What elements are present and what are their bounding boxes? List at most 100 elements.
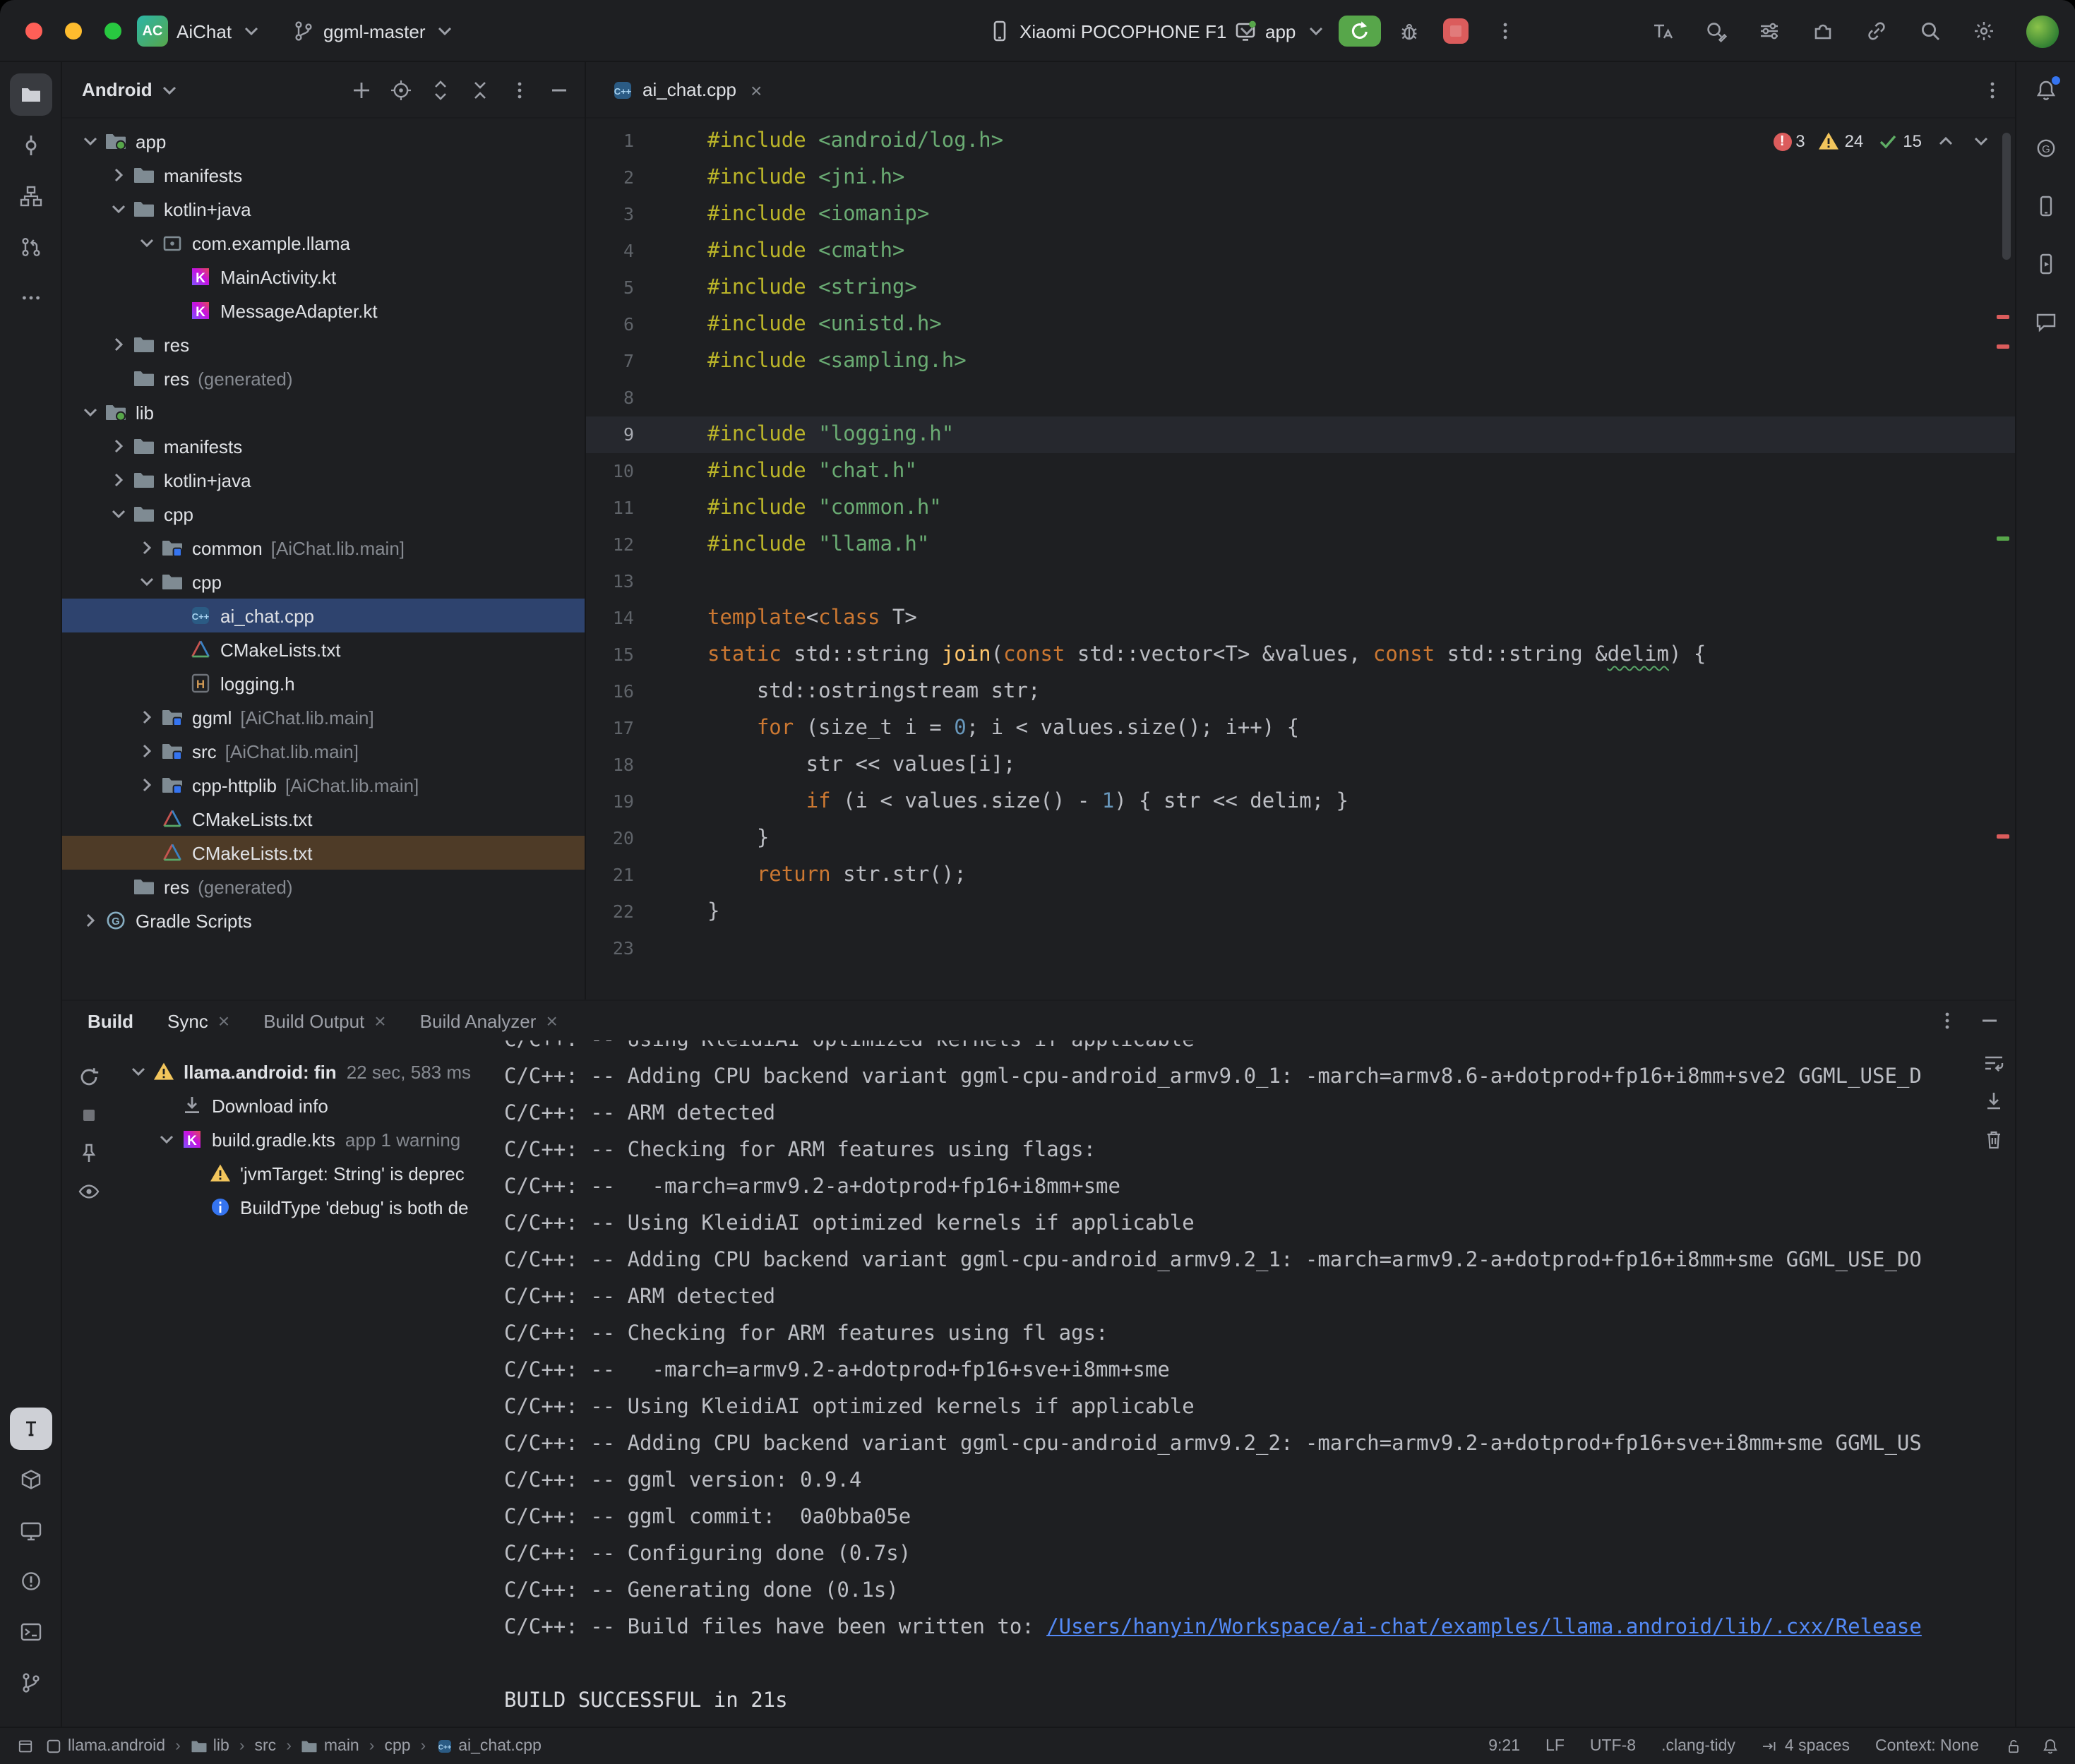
close-tab-icon[interactable]: × bbox=[374, 1011, 385, 1031]
build-tab-build[interactable]: Build bbox=[88, 1010, 133, 1031]
tree-item-cmakelists-txt[interactable]: CMakeLists.txt bbox=[62, 632, 585, 666]
code-line-23[interactable]: 23 bbox=[586, 930, 2015, 967]
tool-strip-button-structure[interactable] bbox=[9, 175, 52, 217]
chevron-down-icon[interactable] bbox=[107, 503, 130, 525]
project-view-selector[interactable]: Android bbox=[82, 78, 181, 101]
tree-item-app[interactable]: app bbox=[62, 124, 585, 158]
chevron-down-icon[interactable] bbox=[136, 570, 158, 593]
chevron-down-icon[interactable] bbox=[155, 1128, 178, 1151]
code-line-19[interactable]: 19 if (i < values.size() - 1) { str << d… bbox=[586, 784, 2015, 820]
error-stripe-mark[interactable] bbox=[1997, 834, 2009, 839]
tool-strip-button-version-control[interactable] bbox=[9, 1661, 52, 1703]
breadcrumb-item-cpp[interactable]: cpp bbox=[384, 1737, 410, 1754]
right-strip-running-devices[interactable] bbox=[2034, 253, 2057, 280]
tree-item-manifests[interactable]: manifests bbox=[62, 429, 585, 463]
more-run-actions-icon[interactable] bbox=[1494, 20, 1517, 42]
error-count[interactable]: !3 bbox=[1773, 131, 1805, 151]
chevron-right-icon[interactable] bbox=[136, 706, 158, 728]
close-tab-icon[interactable]: × bbox=[751, 80, 762, 100]
tree-item-ai-chat-cpp[interactable]: C++ai_chat.cpp bbox=[62, 599, 585, 632]
tree-item-cpp[interactable]: cpp bbox=[62, 565, 585, 599]
tree-item-mainactivity-kt[interactable]: KMainActivity.kt bbox=[62, 260, 585, 294]
build-tree-item[interactable]: llama.android: fin22 sec, 583 ms bbox=[127, 1055, 551, 1088]
tree-item-kotlin-java[interactable]: kotlin+java bbox=[62, 463, 585, 497]
chevron-right-icon[interactable] bbox=[136, 536, 158, 559]
right-strip-assistant[interactable] bbox=[2034, 311, 2057, 337]
editor-options-icon[interactable] bbox=[1981, 79, 2004, 102]
code-line-5[interactable]: 5#include <string> bbox=[586, 270, 2015, 306]
right-strip-gradle[interactable]: G bbox=[2034, 137, 2057, 164]
warning-count[interactable]: 24 bbox=[1818, 130, 1864, 152]
status-item-9-21[interactable]: 9:21 bbox=[1488, 1737, 1520, 1754]
code-line-4[interactable]: 4#include <cmath> bbox=[586, 233, 2015, 270]
code-line-16[interactable]: 16 std::ostringstream str; bbox=[586, 673, 2015, 710]
code-line-15[interactable]: 15static std::string join(const std::vec… bbox=[586, 637, 2015, 673]
breadcrumb-item-llama-android[interactable]: llama.android bbox=[45, 1737, 165, 1754]
collapse-all-icon[interactable] bbox=[469, 78, 491, 101]
previous-issue-icon[interactable] bbox=[1935, 130, 1957, 152]
status-item-4-spaces[interactable]: 4 spaces bbox=[1761, 1737, 1850, 1754]
search-edit-icon[interactable] bbox=[1704, 20, 1726, 42]
close-window-button[interactable] bbox=[25, 23, 42, 40]
breadcrumb-item-lib[interactable]: lib bbox=[191, 1737, 229, 1754]
code-line-13[interactable]: 13 bbox=[586, 563, 2015, 600]
chevron-right-icon[interactable] bbox=[107, 164, 130, 186]
tool-strip-button-packages[interactable] bbox=[9, 1458, 52, 1500]
tree-item-ggml[interactable]: ggml[AiChat.lib.main] bbox=[62, 700, 585, 734]
unlock-icon[interactable] bbox=[2004, 1737, 2021, 1754]
tree-item-cmakelists-txt[interactable]: CMakeLists.txt bbox=[62, 836, 585, 870]
stop-button[interactable] bbox=[1443, 18, 1469, 44]
tool-strip-button-terminal[interactable] bbox=[9, 1610, 52, 1652]
soft-wrap-icon[interactable] bbox=[1983, 1052, 2005, 1074]
tree-item-kotlin-java[interactable]: kotlin+java bbox=[62, 192, 585, 226]
chevron-right-icon[interactable] bbox=[107, 469, 130, 491]
change-stripe-mark[interactable] bbox=[1997, 536, 2009, 541]
console-link[interactable]: /Users/hanyin/Workspace/ai-chat/examples… bbox=[1046, 1616, 1922, 1639]
add-icon[interactable] bbox=[350, 78, 373, 101]
build-tab-build-output[interactable]: Build Output× bbox=[263, 1010, 385, 1031]
code-line-6[interactable]: 6#include <unistd.h> bbox=[586, 306, 2015, 343]
build-options-icon[interactable] bbox=[1936, 1009, 1959, 1032]
tree-item-lib[interactable]: lib bbox=[62, 395, 585, 429]
tree-item-src[interactable]: src[AiChat.lib.main] bbox=[62, 734, 585, 768]
status-item-utf-8[interactable]: UTF-8 bbox=[1590, 1737, 1636, 1754]
build-tree-item[interactable]: Download info bbox=[127, 1088, 551, 1122]
clear-icon[interactable] bbox=[1983, 1128, 2005, 1151]
close-tab-icon[interactable]: × bbox=[218, 1011, 229, 1031]
chevron-down-icon[interactable] bbox=[79, 130, 102, 152]
editor-tab-ai-chat-cpp[interactable]: C++ ai_chat.cpp × bbox=[597, 62, 776, 117]
code-line-18[interactable]: 18 str << values[i]; bbox=[586, 747, 2015, 784]
chevron-right-icon[interactable] bbox=[136, 774, 158, 796]
code-line-7[interactable]: 7#include <sampling.h> bbox=[586, 343, 2015, 380]
tree-item-common[interactable]: common[AiChat.lib.main] bbox=[62, 531, 585, 565]
code-line-3[interactable]: 3#include <iomanip> bbox=[586, 196, 2015, 233]
code-line-2[interactable]: 2#include <jni.h> bbox=[586, 160, 2015, 196]
branch-widget[interactable]: ggml-master bbox=[292, 0, 457, 62]
build-tab-sync[interactable]: Sync× bbox=[167, 1010, 229, 1031]
code-line-9[interactable]: 9#include "logging.h" bbox=[586, 416, 2015, 453]
tree-item-logging-h[interactable]: Hlogging.h bbox=[62, 666, 585, 700]
preview-icon[interactable] bbox=[78, 1180, 100, 1203]
settings-gear-icon[interactable] bbox=[1972, 20, 1995, 42]
tool-strip-button-commit[interactable] bbox=[9, 124, 52, 167]
tree-item-messageadapter-kt[interactable]: KMessageAdapter.kt bbox=[62, 294, 585, 328]
rerun-icon[interactable] bbox=[78, 1066, 100, 1088]
code-line-14[interactable]: 14template<class T> bbox=[586, 600, 2015, 637]
pin-icon[interactable] bbox=[78, 1142, 100, 1165]
chevron-down-icon[interactable] bbox=[107, 198, 130, 220]
locate-icon[interactable] bbox=[390, 78, 412, 101]
build-tab-build-analyzer[interactable]: Build Analyzer× bbox=[420, 1010, 558, 1031]
expand-all-icon[interactable] bbox=[429, 78, 452, 101]
filter-sliders-icon[interactable] bbox=[1757, 20, 1780, 42]
hide-icon[interactable] bbox=[548, 78, 570, 101]
code-line-10[interactable]: 10#include "chat.h" bbox=[586, 453, 2015, 490]
chevron-down-icon[interactable] bbox=[79, 401, 102, 424]
user-avatar[interactable] bbox=[2026, 15, 2058, 47]
passed-count[interactable]: 15 bbox=[1876, 130, 1922, 152]
chevron-down-icon[interactable] bbox=[136, 232, 158, 254]
chevron-down-icon[interactable] bbox=[127, 1060, 150, 1083]
chevron-right-icon[interactable] bbox=[107, 435, 130, 457]
stop-square-icon[interactable] bbox=[78, 1104, 100, 1127]
breadcrumb-item-ai-chat-cpp[interactable]: C++ai_chat.cpp bbox=[436, 1737, 542, 1754]
tool-strip-button-more[interactable] bbox=[9, 277, 52, 319]
